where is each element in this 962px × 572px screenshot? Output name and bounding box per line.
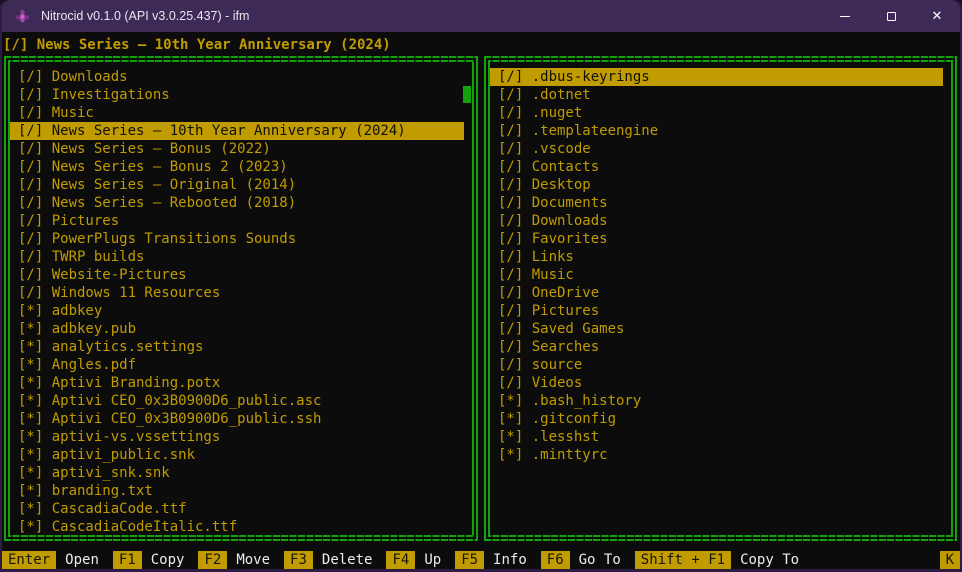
- right-file-list: [/] .dbus-keyrings[/] .dotnet[/] .nuget[…: [490, 68, 951, 464]
- minimize-icon: [840, 16, 850, 17]
- list-item[interactable]: [/] Videos: [490, 374, 943, 392]
- terminal-screen: [/] News Series – 10th Year Anniversary …: [2, 32, 960, 569]
- keybinding-action-label: Copy: [142, 551, 199, 569]
- keybinding-key[interactable]: F6: [541, 551, 570, 569]
- list-item[interactable]: [/] Downloads: [490, 212, 943, 230]
- keybinding-action-label: Open: [56, 551, 113, 569]
- list-item[interactable]: [/] Contacts: [490, 158, 943, 176]
- list-item[interactable]: [*] Aptivi Branding.potx: [10, 374, 464, 392]
- keybinding-more-key[interactable]: K: [940, 551, 960, 569]
- list-item[interactable]: [*] branding.txt: [10, 482, 464, 500]
- terminal-window: Nitrocid v0.1.0 (API v3.0.25.437) - ifm …: [0, 0, 962, 572]
- close-button[interactable]: ✕: [914, 0, 960, 32]
- list-item[interactable]: [/] OneDrive: [490, 284, 943, 302]
- window-title: Nitrocid v0.1.0 (API v3.0.25.437) - ifm: [41, 9, 249, 23]
- window-controls: ✕: [822, 0, 960, 32]
- list-item[interactable]: [/] source: [490, 356, 943, 374]
- list-item[interactable]: [/] Links: [490, 248, 943, 266]
- list-item[interactable]: [*] .minttyrc: [490, 446, 943, 464]
- minimize-button[interactable]: [822, 0, 868, 32]
- list-item[interactable]: [/] Searches: [490, 338, 943, 356]
- close-icon: ✕: [932, 10, 943, 23]
- current-path-header: [/] News Series – 10th Year Anniversary …: [3, 35, 391, 55]
- statusbar: EnterOpenF1CopyF2MoveF3DeleteF4UpF5InfoF…: [2, 551, 960, 569]
- list-item[interactable]: [/] News Series – Rebooted (2018): [10, 194, 464, 212]
- list-item[interactable]: [*] .gitconfig: [490, 410, 943, 428]
- list-item[interactable]: [*] aptivi-vs.vssettings: [10, 428, 464, 446]
- left-pane-border: [/] Downloads[/] Investigations[/] Music…: [8, 60, 474, 537]
- keybinding-action-label: Up: [415, 551, 455, 569]
- left-scrollbar-thumb[interactable]: [463, 86, 471, 103]
- list-item[interactable]: [*] analytics.settings: [10, 338, 464, 356]
- keybinding-action-label: Delete: [313, 551, 387, 569]
- list-item[interactable]: [*] .bash_history: [490, 392, 943, 410]
- list-item[interactable]: [/] Website-Pictures: [10, 266, 464, 284]
- list-item[interactable]: [/] .vscode: [490, 140, 943, 158]
- keybinding-action-label: Move: [227, 551, 284, 569]
- list-item[interactable]: [/] Windows 11 Resources: [10, 284, 464, 302]
- list-item[interactable]: [*] adbkey.pub: [10, 320, 464, 338]
- list-item[interactable]: [/] Music: [10, 104, 464, 122]
- list-item[interactable]: [/] News Series – Bonus (2022): [10, 140, 464, 158]
- list-item[interactable]: [/] Pictures: [10, 212, 464, 230]
- list-item[interactable]: [/] Pictures: [490, 302, 943, 320]
- list-item[interactable]: [*] Aptivi CEO_0x3B0900D6_public.ssh: [10, 410, 464, 428]
- left-file-list: [/] Downloads[/] Investigations[/] Music…: [10, 68, 472, 536]
- list-item[interactable]: [/] Downloads: [10, 68, 464, 86]
- keybinding-action-label: Copy To: [731, 551, 813, 569]
- list-item[interactable]: [/] Documents: [490, 194, 943, 212]
- list-item[interactable]: [/] .dotnet: [490, 86, 943, 104]
- nitrocid-logo-icon: [14, 8, 31, 25]
- list-item[interactable]: [/] Desktop: [490, 176, 943, 194]
- keybinding-action-label: Go To: [570, 551, 635, 569]
- maximize-button[interactable]: [868, 0, 914, 32]
- keybinding-key[interactable]: F4: [386, 551, 415, 569]
- list-item[interactable]: [*] .lesshst: [490, 428, 943, 446]
- list-item[interactable]: [*] Angles.pdf: [10, 356, 464, 374]
- right-pane: [/] .dbus-keyrings[/] .dotnet[/] .nuget[…: [484, 56, 957, 541]
- list-item[interactable]: [*] CascadiaCodeItalic.ttf: [10, 518, 464, 536]
- titlebar[interactable]: Nitrocid v0.1.0 (API v3.0.25.437) - ifm …: [2, 0, 960, 32]
- keybinding-action-label: Info: [484, 551, 541, 569]
- maximize-icon: [887, 12, 896, 21]
- list-item[interactable]: [/] .templateengine: [490, 122, 943, 140]
- list-item-selected[interactable]: [/] .dbus-keyrings: [490, 68, 943, 86]
- keybinding-key[interactable]: Shift + F1: [635, 551, 731, 569]
- right-pane-border: [/] .dbus-keyrings[/] .dotnet[/] .nuget[…: [488, 60, 953, 537]
- list-item[interactable]: [/] News Series – Original (2014): [10, 176, 464, 194]
- left-pane: [/] Downloads[/] Investigations[/] Music…: [4, 56, 478, 541]
- keybinding-key[interactable]: F5: [455, 551, 484, 569]
- keybinding-key[interactable]: F2: [198, 551, 227, 569]
- list-item-selected[interactable]: [/] News Series – 10th Year Anniversary …: [10, 122, 464, 140]
- list-item[interactable]: [/] TWRP builds: [10, 248, 464, 266]
- keybinding-key[interactable]: F1: [113, 551, 142, 569]
- list-item[interactable]: [*] aptivi_snk.snk: [10, 464, 464, 482]
- list-item[interactable]: [/] News Series – Bonus 2 (2023): [10, 158, 464, 176]
- list-item[interactable]: [/] Investigations: [10, 86, 464, 104]
- list-item[interactable]: [*] Aptivi CEO_0x3B0900D6_public.asc: [10, 392, 464, 410]
- list-item[interactable]: [/] Saved Games: [490, 320, 943, 338]
- keybinding-key[interactable]: F3: [284, 551, 313, 569]
- list-item[interactable]: [*] CascadiaCode.ttf: [10, 500, 464, 518]
- list-item[interactable]: [*] aptivi_public.snk: [10, 446, 464, 464]
- list-item[interactable]: [/] Music: [490, 266, 943, 284]
- list-item[interactable]: [/] PowerPlugs Transitions Sounds: [10, 230, 464, 248]
- list-item[interactable]: [/] .nuget: [490, 104, 943, 122]
- list-item[interactable]: [*] adbkey: [10, 302, 464, 320]
- list-item[interactable]: [/] Favorites: [490, 230, 943, 248]
- keybinding-key[interactable]: Enter: [2, 551, 56, 569]
